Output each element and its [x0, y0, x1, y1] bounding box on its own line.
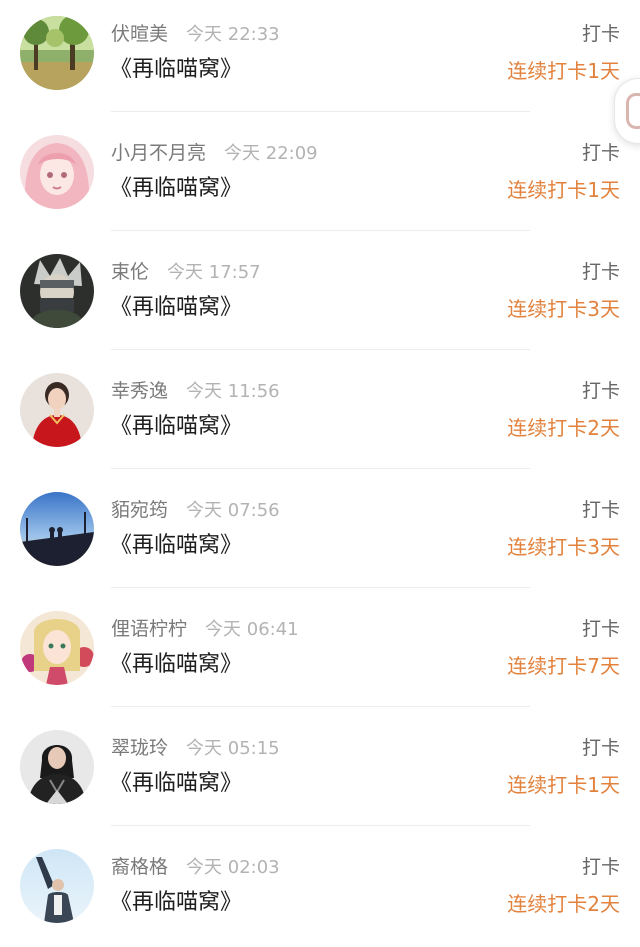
- row-divider: [111, 468, 530, 469]
- row-divider: [111, 349, 530, 350]
- checkin-label: 打卡: [581, 23, 620, 45]
- streak-label: 连续打卡1天: [507, 773, 620, 797]
- checkin-time: 今天 11:56: [186, 381, 280, 402]
- checkin-row[interactable]: 伏暄美 今天 22:33 《再临喵窝》 打卡 连续打卡1天: [0, 0, 640, 119]
- streak-label: 连续打卡2天: [507, 416, 620, 440]
- user-name[interactable]: 俚语柠柠: [111, 618, 187, 640]
- book-title[interactable]: 《再临喵窝》: [110, 55, 242, 85]
- user-name[interactable]: 束伦: [111, 261, 149, 283]
- floating-action-button[interactable]: [614, 78, 640, 144]
- avatar[interactable]: [20, 611, 94, 685]
- checkin-time: 今天 22:33: [186, 24, 280, 45]
- user-name[interactable]: 翠珑玲: [111, 737, 168, 759]
- checkin-row[interactable]: 小月不月亮 今天 22:09 《再临喵窝》 打卡 连续打卡1天: [0, 119, 640, 238]
- streak-label: 连续打卡7天: [507, 654, 620, 678]
- user-meta: 裔格格 今天 02:03: [111, 854, 280, 880]
- avatar[interactable]: [20, 254, 94, 328]
- checkin-label: 打卡: [581, 856, 620, 878]
- streak-label: 连续打卡2天: [507, 892, 620, 916]
- checkin-time: 今天 22:09: [224, 143, 318, 164]
- avatar[interactable]: [20, 373, 94, 447]
- checkin-time: 今天 02:03: [186, 857, 280, 878]
- user-name[interactable]: 貊宛筠: [111, 499, 168, 521]
- book-title[interactable]: 《再临喵窝》: [110, 769, 242, 799]
- row-divider: [111, 111, 530, 112]
- checkin-row[interactable]: 翠珑玲 今天 05:15 《再临喵窝》 打卡 连续打卡1天: [0, 714, 640, 833]
- user-name[interactable]: 小月不月亮: [111, 142, 206, 164]
- book-title[interactable]: 《再临喵窝》: [110, 650, 242, 680]
- avatar[interactable]: [20, 730, 94, 804]
- row-divider: [111, 706, 530, 707]
- user-meta: 幸秀逸 今天 11:56: [111, 378, 280, 404]
- checkin-label: 打卡: [581, 737, 620, 759]
- user-meta: 俚语柠柠 今天 06:41: [111, 616, 299, 642]
- checkin-label: 打卡: [581, 261, 620, 283]
- user-name[interactable]: 幸秀逸: [111, 380, 168, 402]
- paw-icon: [626, 93, 640, 129]
- avatar[interactable]: [20, 849, 94, 923]
- red-qipao-woman-avatar-icon: [20, 373, 94, 447]
- streak-label: 连续打卡3天: [507, 535, 620, 559]
- row-divider: [111, 587, 530, 588]
- checkin-feed: 伏暄美 今天 22:33 《再临喵窝》 打卡 连续打卡1天 小月不月亮 今天 22:…: [0, 0, 640, 947]
- checkin-label: 打卡: [581, 380, 620, 402]
- anime-flower-girl-avatar-icon: [20, 611, 94, 685]
- leather-jacket-woman-avatar-icon: [20, 730, 94, 804]
- masked-ninja-avatar-icon: [20, 254, 94, 328]
- user-meta: 束伦 今天 17:57: [111, 259, 261, 285]
- book-title[interactable]: 《再临喵窝》: [110, 531, 242, 561]
- checkin-row[interactable]: 幸秀逸 今天 11:56 《再临喵窝》 打卡 连续打卡2天: [0, 357, 640, 476]
- checkin-time: 今天 07:56: [186, 500, 280, 521]
- user-name[interactable]: 伏暄美: [111, 23, 168, 45]
- checkin-label: 打卡: [581, 142, 620, 164]
- checkin-row[interactable]: 裔格格 今天 02:03 《再临喵窝》 打卡 连续打卡2天: [0, 833, 640, 947]
- row-divider: [111, 825, 530, 826]
- avatar[interactable]: [20, 492, 94, 566]
- avatar[interactable]: [20, 135, 94, 209]
- streak-label: 连续打卡3天: [507, 297, 620, 321]
- user-meta: 貊宛筠 今天 07:56: [111, 497, 280, 523]
- checkin-time: 今天 17:57: [167, 262, 261, 283]
- user-name[interactable]: 裔格格: [111, 856, 168, 878]
- user-meta: 伏暄美 今天 22:33: [111, 21, 280, 47]
- checkin-row[interactable]: 束伦 今天 17:57 《再临喵窝》 打卡 连续打卡3天: [0, 238, 640, 357]
- book-title[interactable]: 《再临喵窝》: [110, 888, 242, 918]
- park-trees-avatar-icon: [20, 16, 94, 90]
- couple-on-bridge-avatar-icon: [20, 492, 94, 566]
- checkin-label: 打卡: [581, 618, 620, 640]
- book-title[interactable]: 《再临喵窝》: [110, 293, 242, 323]
- checkin-time: 今天 05:15: [186, 738, 280, 759]
- streak-label: 连续打卡1天: [507, 59, 620, 83]
- avatar[interactable]: [20, 16, 94, 90]
- book-title[interactable]: 《再临喵窝》: [110, 174, 242, 204]
- checkin-row[interactable]: 貊宛筠 今天 07:56 《再临喵窝》 打卡 连续打卡3天: [0, 476, 640, 595]
- man-waving-avatar-icon: [20, 849, 94, 923]
- user-meta: 翠珑玲 今天 05:15: [111, 735, 280, 761]
- book-title[interactable]: 《再临喵窝》: [110, 412, 242, 442]
- user-meta: 小月不月亮 今天 22:09: [111, 140, 318, 166]
- checkin-label: 打卡: [581, 499, 620, 521]
- checkin-row[interactable]: 俚语柠柠 今天 06:41 《再临喵窝》 打卡 连续打卡7天: [0, 595, 640, 714]
- anime-pink-girl-avatar-icon: [20, 135, 94, 209]
- streak-label: 连续打卡1天: [507, 178, 620, 202]
- row-divider: [111, 230, 530, 231]
- checkin-time: 今天 06:41: [205, 619, 299, 640]
